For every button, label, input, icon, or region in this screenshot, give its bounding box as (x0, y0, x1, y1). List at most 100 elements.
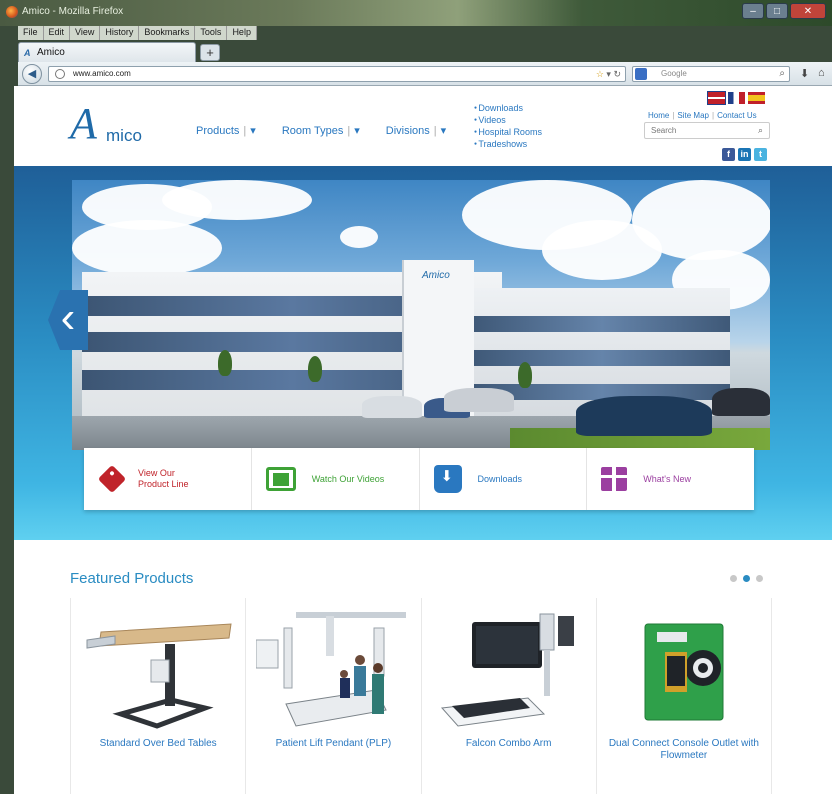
download-tray-icon (433, 465, 462, 493)
product-card[interactable]: Falcon Combo Arm (420, 598, 596, 794)
dropdown-icon[interactable]: ▾ (606, 69, 611, 79)
url-actions: ☆ ▾ ↻ (596, 67, 621, 81)
chevron-down-icon: ▾ (250, 125, 256, 137)
product-name[interactable]: Dual Connect Console Outlet with Flowmet… (601, 738, 767, 762)
search-placeholder: Google (661, 69, 687, 78)
hero-band: Amico ‹ View Our Product Line Watch Our … (14, 166, 832, 540)
site-search-input[interactable]: Search ⌕ (644, 122, 770, 139)
menu-file[interactable]: File (18, 26, 44, 40)
product-name[interactable]: Standard Over Bed Tables (75, 738, 241, 750)
social-links: f in t (722, 148, 767, 161)
tv-icon (265, 467, 296, 491)
site-header: A mico Products | ▾ Room Types | ▾ Divisions… (14, 86, 832, 166)
slider-prev-button[interactable]: ‹ (48, 290, 88, 350)
download-icon[interactable]: ⬇ (800, 67, 809, 80)
window-controls: – □ ✕ (742, 3, 826, 19)
cta-downloads[interactable]: Downloads (420, 448, 588, 510)
featured-products: Featured Products Standard Over Bed Tabl… (14, 540, 832, 794)
uk-flag-icon[interactable] (707, 91, 726, 105)
gift-icon (601, 467, 628, 491)
amico-logo[interactable]: A mico (70, 99, 170, 150)
home-icon[interactable]: ⌂ (818, 67, 825, 79)
link-contact-us[interactable]: Contact Us (717, 111, 757, 120)
twitter-icon[interactable]: t (754, 148, 767, 161)
cta-downloads-label: Downloads (477, 473, 523, 484)
nav-products[interactable]: Products | ▾ (196, 124, 256, 137)
new-tab-button[interactable]: + (200, 44, 220, 61)
product-name[interactable]: Patient Lift Pendant (PLP) (250, 738, 416, 750)
minimize-button[interactable]: – (742, 3, 764, 19)
carousel-dot-active[interactable] (743, 575, 750, 582)
link-site-map[interactable]: Site Map (677, 111, 709, 120)
cta-product-label: View Our Product Line (138, 468, 189, 489)
menu-edit[interactable]: Edit (43, 26, 71, 40)
url-bar[interactable]: www.amico.com ☆ ▾ ↻ (48, 66, 626, 82)
menu-bookmarks[interactable]: Bookmarks (139, 26, 196, 40)
falcon-combo-arm-image (440, 613, 574, 727)
chevron-down-icon: ▾ (354, 125, 360, 137)
link-tradeshows[interactable]: Tradeshows (474, 138, 542, 150)
product-card[interactable]: Standard Over Bed Tables (70, 598, 245, 794)
facebook-icon[interactable]: f (722, 148, 735, 161)
language-flags (707, 91, 765, 105)
page-viewport: A mico Products | ▾ Room Types | ▾ Divisions… (14, 86, 832, 794)
cta-videos-label: Watch Our Videos (311, 473, 385, 484)
utility-links: Home | Site Map | Contact Us (648, 111, 757, 120)
link-downloads[interactable]: Downloads (474, 102, 542, 114)
tab-label: Amico (37, 47, 65, 58)
nav-room-types[interactable]: Room Types | ▾ (282, 124, 360, 137)
cta-news-label: What's New (643, 473, 691, 484)
search-engine-icon[interactable] (635, 68, 647, 80)
tab-amico[interactable]: A Amico (18, 42, 196, 62)
back-button[interactable]: ◀ (22, 64, 42, 84)
menu-tools[interactable]: Tools (195, 26, 228, 40)
site-search-placeholder: Search (651, 126, 677, 135)
menu-history[interactable]: History (100, 26, 140, 40)
patient-lift-pendant-image (256, 612, 407, 727)
search-bar[interactable]: Google ⌕ (632, 66, 790, 82)
reload-icon[interactable]: ↻ (613, 69, 621, 79)
carousel-dot[interactable] (756, 575, 763, 582)
menu-view[interactable]: View (70, 26, 101, 40)
favicon-icon: A (24, 48, 31, 58)
bookmark-star-icon[interactable]: ☆ (596, 69, 604, 79)
nav-divisions[interactable]: Divisions | ▾ (386, 124, 446, 137)
link-home[interactable]: Home (648, 111, 669, 120)
search-icon[interactable]: ⌕ (779, 67, 785, 81)
product-grid: Standard Over Bed Tables Patient Lift Pe… (70, 598, 772, 794)
window-titlebar: Amico - Mozilla Firefox – □ ✕ (0, 0, 832, 26)
url-text: www.amico.com (73, 69, 131, 78)
quick-links: Downloads Videos Hospital Rooms Tradesho… (474, 102, 542, 150)
spain-flag-icon[interactable] (748, 92, 765, 104)
cta-videos[interactable]: Watch Our Videos (252, 448, 420, 510)
link-videos[interactable]: Videos (474, 114, 542, 126)
featured-title: Featured Products (70, 570, 194, 587)
product-card[interactable]: Patient Lift Pendant (PLP) (245, 598, 420, 794)
main-nav: Products | ▾ Room Types | ▾ Divisions | ▾ (196, 124, 472, 137)
carousel-dots (730, 575, 763, 582)
navigation-toolbar: ◀ www.amico.com ☆ ▾ ↻ Google ⌕ ⬇ ⌂ (18, 62, 832, 86)
product-card[interactable]: Dual Connect Console Outlet with Flowmet… (595, 598, 772, 794)
over-bed-table-image (86, 623, 232, 729)
logo-text: mico (106, 126, 142, 145)
link-hospital-rooms[interactable]: Hospital Rooms (474, 126, 542, 138)
product-name[interactable]: Falcon Combo Arm (426, 738, 592, 750)
close-button[interactable]: ✕ (790, 3, 826, 19)
cta-product-line[interactable]: View Our Product Line (84, 448, 252, 510)
maximize-button[interactable]: □ (766, 3, 788, 19)
chevron-down-icon: ▾ (440, 125, 447, 137)
globe-icon (55, 69, 65, 79)
console-outlet-flowmeter-image (644, 623, 724, 721)
firefox-icon (6, 6, 18, 18)
tag-icon (97, 464, 127, 494)
search-icon[interactable]: ⌕ (758, 125, 763, 136)
cta-bar: View Our Product Line Watch Our Videos D… (84, 448, 754, 510)
france-flag-icon[interactable] (728, 92, 745, 104)
menu-bar: File Edit View History Bookmarks Tools H… (18, 26, 257, 40)
building-sign: Amico (422, 270, 450, 281)
cta-whats-new[interactable]: What's New (587, 448, 754, 510)
menu-help[interactable]: Help (227, 26, 257, 40)
carousel-dot[interactable] (730, 575, 737, 582)
tab-strip: A Amico + (18, 42, 832, 62)
linkedin-icon[interactable]: in (738, 148, 751, 161)
